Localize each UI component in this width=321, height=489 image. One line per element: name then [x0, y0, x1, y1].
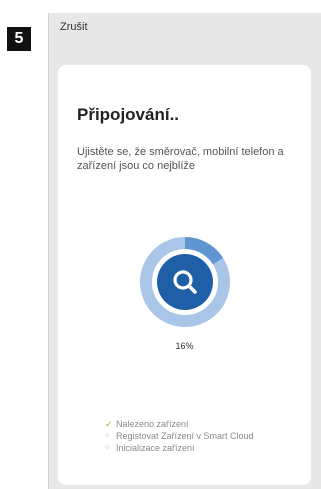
- step-label: Nalezeno zařízení: [116, 419, 189, 429]
- step-item-init: ○ Inicializace zařízení: [105, 442, 315, 454]
- progress-center: [157, 254, 213, 310]
- check-icon: ✓: [105, 419, 113, 429]
- step-item-register: ○ Registovat Zařízení v Smart Cloud: [105, 430, 315, 442]
- progress-indicator: [140, 237, 230, 327]
- dot-icon: ○: [105, 432, 110, 439]
- progress-ring: [140, 237, 230, 327]
- step-item-found: ✓ Nalezeno zařízení: [105, 418, 315, 430]
- dot-icon: ○: [105, 444, 110, 451]
- cancel-button[interactable]: Zrušit: [60, 21, 88, 33]
- connection-steps: ✓ Nalezeno zařízení ○ Registovat Zařízen…: [105, 418, 315, 454]
- top-bar: Zrušit: [49, 13, 321, 53]
- step-number-badge: 5: [7, 27, 31, 51]
- step-label: Inicializace zařízení: [116, 443, 195, 453]
- page-title: Připojování..: [77, 105, 180, 124]
- connecting-card: Připojování.. Ujistěte se, že směrovač, …: [58, 65, 311, 485]
- progress-percent: 16%: [175, 341, 194, 351]
- instruction-text: Ujistěte se, že směrovač, mobilní telefo…: [77, 146, 284, 172]
- phone-screen: Zrušit Připojování.. Ujistěte se, že smě…: [48, 13, 321, 489]
- step-label: Registovat Zařízení v Smart Cloud: [116, 431, 254, 441]
